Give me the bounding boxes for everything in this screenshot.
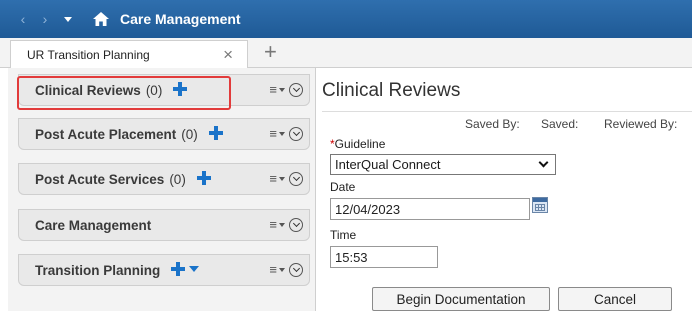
section-count: (0)	[169, 171, 186, 187]
clinical-reviews-panel: Clinical Reviews Saved By: Saved: Review…	[316, 68, 692, 311]
menu-dropdown-icon	[279, 222, 285, 227]
tab-ur-transition-planning[interactable]: UR Transition Planning ×	[10, 40, 248, 68]
menu-icon[interactable]: ≡	[269, 82, 277, 97]
reviewed-by-label: Reviewed By:	[604, 117, 678, 131]
add-icon[interactable]	[170, 261, 186, 280]
panel-title: Clinical Reviews	[322, 80, 461, 101]
section-care-management[interactable]: Care Management ≡	[18, 209, 310, 241]
section-menu[interactable]: ≡	[269, 217, 303, 232]
cancel-button[interactable]: Cancel	[558, 287, 672, 311]
tab-label: UR Transition Planning	[27, 47, 150, 62]
section-label: Post Acute Placement	[35, 126, 177, 142]
add-dropdown-icon[interactable]	[188, 263, 200, 277]
close-icon[interactable]: ×	[223, 45, 233, 65]
menu-icon[interactable]: ≡	[269, 126, 277, 141]
add-icon[interactable]	[196, 170, 212, 189]
saved-by-label: Saved By:	[465, 117, 520, 131]
menu-icon[interactable]: ≡	[269, 171, 277, 186]
add-icon[interactable]	[208, 125, 224, 144]
section-post-acute-placement[interactable]: Post Acute Placement (0) ≡	[18, 118, 310, 150]
back-icon[interactable]: ‹	[12, 0, 34, 38]
add-tab-icon[interactable]: +	[264, 39, 277, 65]
time-input[interactable]: 15:53	[330, 246, 438, 268]
menu-dropdown-icon	[279, 267, 285, 272]
section-label: Care Management	[35, 217, 152, 233]
app-title: Care Management	[120, 11, 241, 27]
section-menu[interactable]: ≡	[269, 262, 303, 277]
guideline-label: *Guideline	[330, 137, 385, 151]
collapse-chevron-icon[interactable]	[289, 171, 303, 186]
begin-documentation-button[interactable]: Begin Documentation	[372, 287, 550, 311]
section-post-acute-services[interactable]: Post Acute Services (0) ≡	[18, 163, 310, 195]
home-icon[interactable]	[86, 0, 116, 38]
nav-dropdown-icon[interactable]	[56, 0, 80, 38]
calendar-icon[interactable]	[532, 197, 548, 213]
date-label: Date	[330, 180, 356, 194]
collapse-chevron-icon[interactable]	[289, 262, 303, 277]
guideline-select[interactable]: InterQual Connect	[330, 154, 556, 175]
date-input[interactable]: 12/04/2023	[330, 198, 530, 220]
section-count: (0)	[181, 126, 198, 142]
time-value: 15:53	[335, 249, 368, 265]
sections-sidebar: Clinical Reviews (0) ≡ Post Acute Placem…	[8, 68, 316, 311]
chevron-down-icon	[538, 157, 549, 168]
section-menu[interactable]: ≡	[269, 126, 303, 141]
section-clinical-reviews[interactable]: Clinical Reviews (0) ≡	[18, 74, 310, 106]
collapse-chevron-icon[interactable]	[289, 217, 303, 232]
menu-dropdown-icon	[279, 176, 285, 181]
section-label: Transition Planning	[35, 262, 161, 278]
section-label: Clinical Reviews	[35, 82, 141, 98]
section-menu[interactable]: ≡	[269, 171, 303, 186]
divider	[322, 111, 692, 112]
section-count: (0)	[145, 82, 163, 98]
menu-dropdown-icon	[279, 87, 285, 92]
tab-bar: UR Transition Planning × +	[0, 38, 692, 68]
app-titlebar: ‹ › Care Management	[0, 0, 692, 38]
add-icon[interactable]	[172, 81, 188, 100]
menu-dropdown-icon	[279, 131, 285, 136]
collapse-chevron-icon[interactable]	[289, 82, 303, 97]
collapse-chevron-icon[interactable]	[289, 126, 303, 141]
menu-icon[interactable]: ≡	[269, 262, 277, 277]
saved-label: Saved:	[541, 117, 579, 131]
date-value: 12/04/2023	[335, 201, 401, 217]
time-label: Time	[330, 228, 357, 242]
guideline-label-text: Guideline	[334, 137, 386, 151]
section-transition-planning[interactable]: Transition Planning ≡	[18, 254, 310, 286]
menu-icon[interactable]: ≡	[269, 217, 277, 232]
guideline-value: InterQual Connect	[335, 157, 441, 172]
forward-icon[interactable]: ›	[34, 0, 56, 38]
section-label: Post Acute Services	[35, 171, 165, 187]
section-menu[interactable]: ≡	[269, 82, 303, 97]
